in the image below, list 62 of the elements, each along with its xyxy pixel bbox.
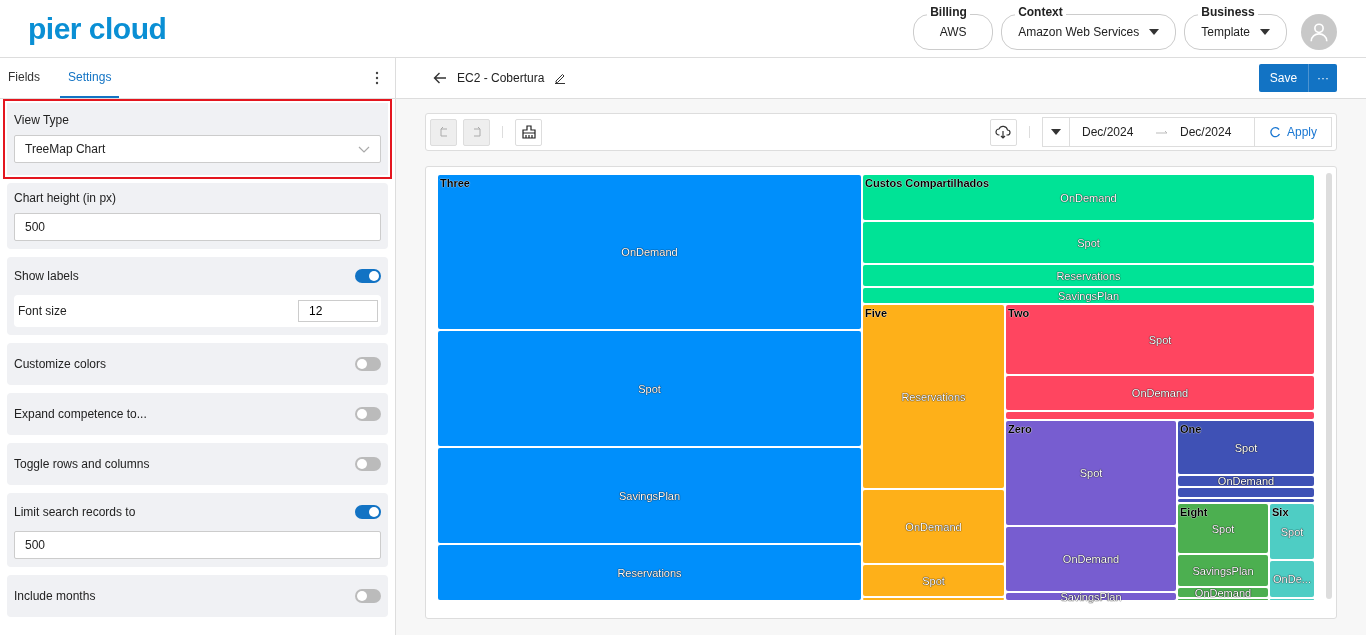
save-button[interactable]: Save [1259, 64, 1309, 92]
toggle-switch[interactable] [355, 269, 381, 283]
selector-label: Context [1015, 4, 1066, 19]
group-label: Two [1008, 307, 1030, 319]
treemap-tile[interactable]: OnDemand [1006, 527, 1176, 591]
more-button[interactable]: ··· [1309, 64, 1337, 92]
group-label: Six [1272, 506, 1289, 518]
brush-icon [521, 125, 536, 139]
refresh-icon [1268, 126, 1281, 138]
toggle-switch[interactable] [355, 407, 381, 421]
toggle-switch[interactable] [355, 457, 381, 471]
input-field[interactable]: 500 [14, 213, 381, 241]
report-title: EC2 - Cobertura [457, 71, 545, 85]
setting-label: Show labels [14, 269, 79, 283]
chevron-icon [358, 145, 370, 153]
setting-label: View Type [14, 113, 70, 127]
group-label: Three [440, 177, 470, 189]
undo-icon [437, 126, 450, 138]
avatar-icon[interactable] [1301, 13, 1337, 50]
setting-label: Include months [14, 589, 96, 603]
caret-icon [1260, 28, 1270, 35]
date-to[interactable]: Dec/2024 [1179, 125, 1242, 139]
logo: pier cloud [28, 11, 167, 46]
setting-label: Expand competence to... [14, 407, 147, 421]
toggle-switch[interactable] [355, 589, 381, 603]
cloud-download-icon [995, 125, 1012, 139]
setting-label: Limit search records to [14, 505, 136, 519]
setting-label: Toggle rows and columns [14, 457, 150, 471]
treemap-tile[interactable]: OnDemand [1006, 376, 1314, 410]
treemap-tile[interactable]: SavingsPlan [1178, 555, 1268, 586]
setting-label: Chart height (in px) [14, 191, 118, 205]
toggle-switch[interactable] [355, 505, 381, 519]
treemap-tile[interactable]: SavingsPlan [438, 448, 861, 543]
setting-label: Customize colors [14, 357, 107, 371]
date-from[interactable]: Dec/2024 [1081, 125, 1144, 139]
selector-label: Billing [927, 4, 970, 19]
input-field[interactable]: 500 [14, 531, 381, 559]
group-label: Custos Compartilhados [865, 177, 990, 189]
treemap-tile[interactable]: OnDemand [1178, 588, 1268, 597]
more-icon[interactable] [375, 71, 379, 85]
view-type-select[interactable]: TreeMap Chart [14, 135, 381, 163]
pencil-icon[interactable] [554, 72, 567, 84]
clear-brush-button[interactable] [515, 118, 542, 146]
treemap-tile[interactable]: OnDemand [1178, 476, 1314, 487]
group-label: Zero [1008, 423, 1032, 435]
treemap-tile[interactable]: Reservations [438, 545, 861, 600]
selector-label: Business [1198, 4, 1258, 19]
group-label: One [1180, 423, 1202, 435]
input-field[interactable]: 12 [298, 300, 378, 322]
toggle-switch[interactable] [355, 357, 381, 371]
download-button[interactable] [989, 118, 1017, 146]
treemap-tile[interactable]: Spot [438, 331, 861, 446]
group-label: Five [865, 307, 887, 319]
caret-icon [1149, 28, 1160, 35]
setting-label: Font size [18, 304, 67, 318]
group-label: Eight [1180, 506, 1208, 518]
caret-icon [1050, 129, 1061, 135]
treemap-tile[interactable] [1178, 499, 1314, 502]
treemap-tile[interactable] [1178, 488, 1314, 498]
back-arrow-icon[interactable] [433, 72, 447, 84]
treemap-tile[interactable] [1006, 412, 1314, 419]
sidebar-tab[interactable]: Fields [0, 58, 48, 98]
